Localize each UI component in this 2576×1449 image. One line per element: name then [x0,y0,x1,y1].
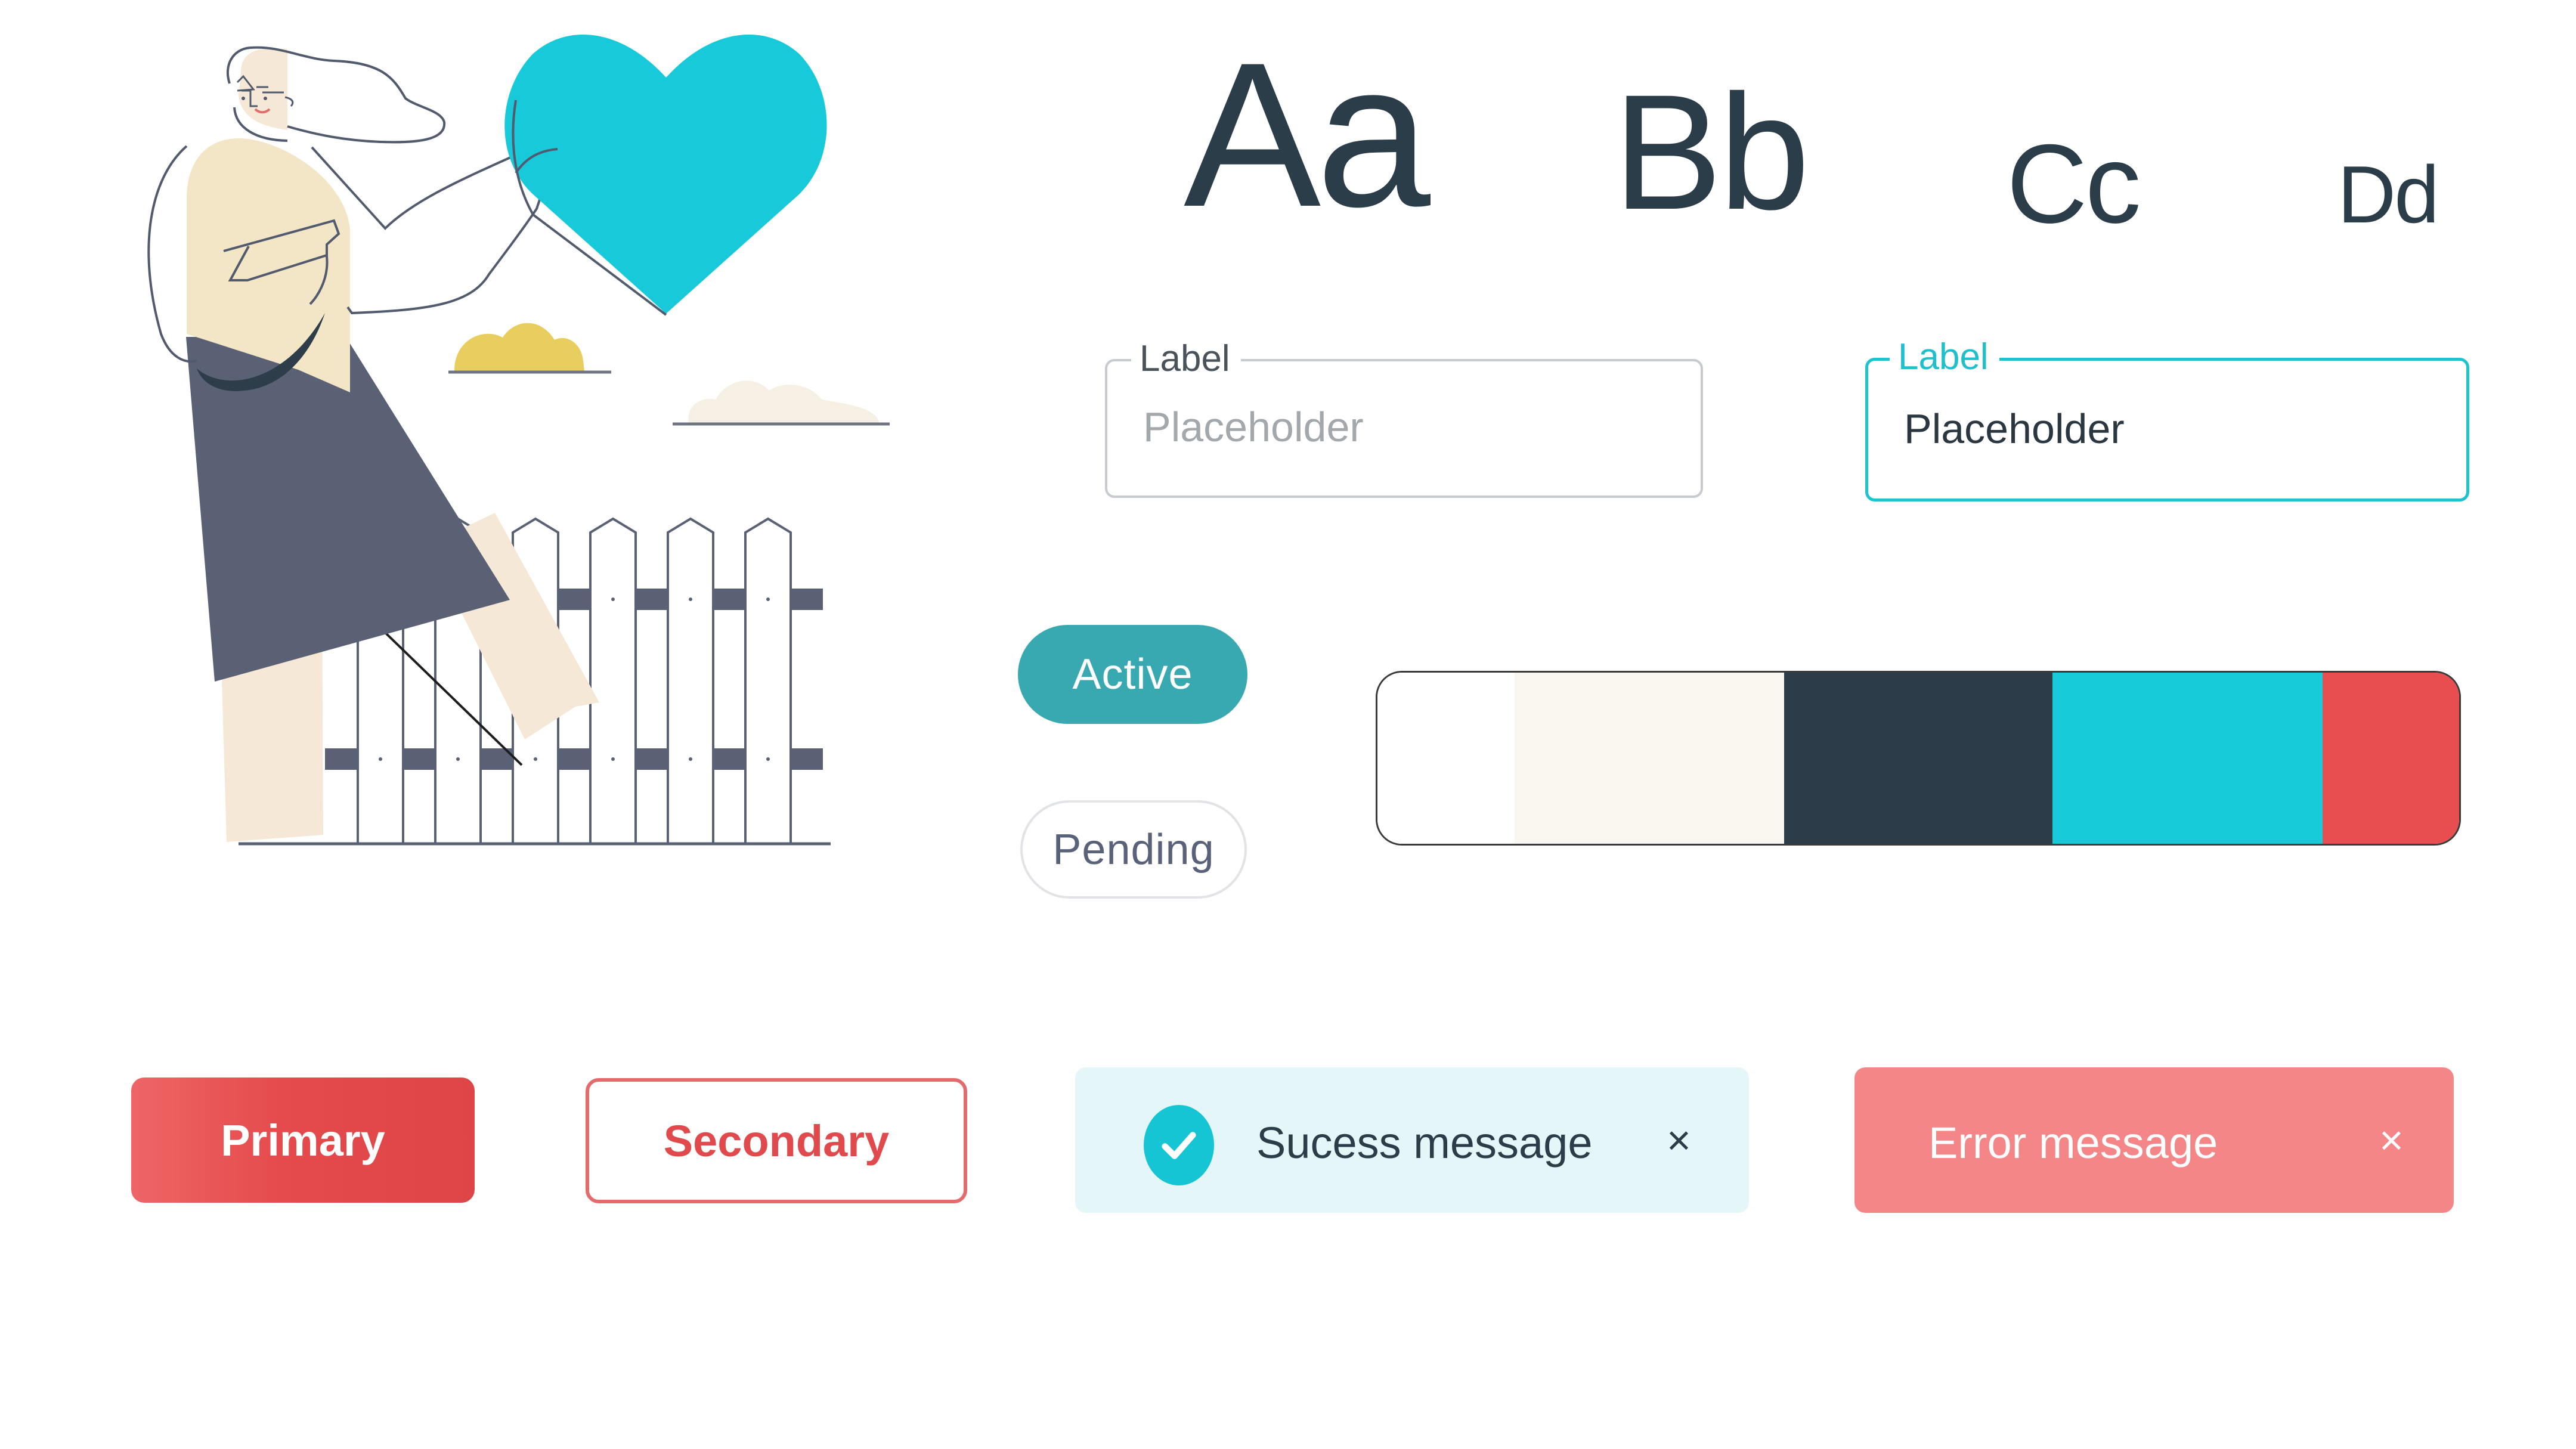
status-pill-pending-label: Pending [1052,825,1215,874]
fence-nail [611,597,615,601]
type-specimen-cc: Cc [2007,121,2141,246]
type-specimen-aa: Aa [1184,20,1431,250]
swatch-cyan [2052,673,2323,844]
text-field-focused[interactable]: Label [1865,333,2469,501]
fence-picket [589,517,637,844]
fence-rail-segment [325,748,358,770]
field-label-focused: Label [1890,333,1999,381]
color-palette [1376,671,2461,846]
status-pill-pending[interactable]: Pending [1020,800,1247,899]
close-icon[interactable]: × [1667,1116,1691,1164]
status-pill-active[interactable]: Active [1018,625,1247,724]
fence-nail [689,757,692,761]
success-alert: Sucess message × [1075,1067,1749,1213]
fence-nail [456,757,460,761]
secondary-button[interactable]: Secondary [586,1078,967,1203]
secondary-button-label: Secondary [663,1116,890,1166]
fence-nail [689,597,692,601]
fence-rail-segment [636,589,668,610]
swatch-cream [1515,673,1785,844]
text-field-default[interactable]: Label [1105,335,1703,498]
primary-button-label: Primary [221,1115,385,1165]
cloud-cream [673,380,890,426]
swatch-dark-slate [1784,673,2052,844]
fence-rail-segment [791,589,823,610]
head [226,46,446,144]
primary-button[interactable]: Primary [131,1078,475,1203]
fence-nail [534,757,537,761]
fence-picket [744,517,792,844]
check-circle-icon [1144,1105,1214,1185]
heart-shape [504,34,827,314]
fence-rail-segment [636,748,668,770]
woman-with-heart-illustration [147,34,890,846]
type-specimen-dd: Dd [2337,149,2439,240]
fence-nail [611,757,615,761]
fence-rail-segment [713,589,745,610]
type-specimen-bb: Bb [1613,61,1810,244]
status-pill-active-label: Active [1072,651,1193,698]
fence-rail-segment [403,748,435,770]
swatch-white [1377,673,1515,844]
fence-rail-segment [791,748,823,770]
fence-rail-segment [558,589,590,610]
fence-rail-segment [713,748,745,770]
swatch-red [2323,673,2459,844]
cloud-yellow [448,323,611,374]
text-input-focused[interactable] [1904,405,2429,453]
fence-nail [766,757,770,761]
error-alert-text: Error message [1928,1118,2218,1168]
field-label: Label [1131,335,1241,383]
success-alert-text: Sucess message [1256,1118,1593,1168]
error-alert: Error message × [1854,1067,2454,1213]
fence-nail [379,757,382,761]
fence-picket [667,517,714,844]
text-input-default[interactable] [1143,403,1668,451]
fence-nail [766,597,770,601]
fence-rail-segment [558,748,590,770]
close-icon[interactable]: × [2379,1116,2404,1164]
